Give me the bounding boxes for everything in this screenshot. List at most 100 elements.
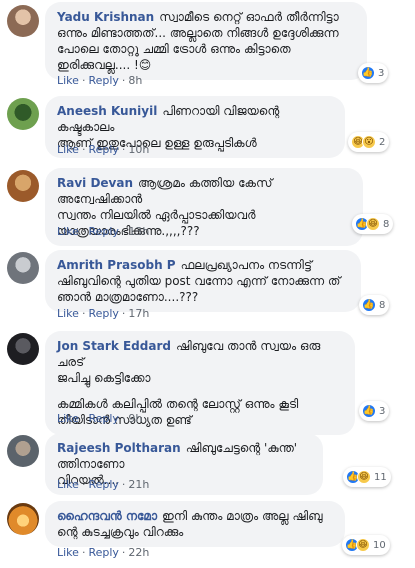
comment-timestamp[interactable]: 17h: [128, 307, 149, 320]
like-link[interactable]: Like: [57, 412, 79, 425]
comment-author[interactable]: Aneesh Kuniyil: [57, 104, 157, 118]
comment-author[interactable]: Rajeesh Poltharan: [57, 441, 181, 455]
comment-author[interactable]: Amrith Prasobh P: [57, 258, 176, 272]
comment-text-line: പോലെ തോറ്റു ചമ്മി ട്രോൾ ഒന്നും കിട്ടാതെ: [57, 42, 291, 56]
comment-bubble: ഹൈന്ദവൻ നമോ ഇനി കുന്തം മാത്രം അല്ല ഷിബു ന…: [45, 501, 345, 547]
avatar[interactable]: [7, 252, 39, 284]
comment-actions: Like · Reply · 21h: [57, 478, 149, 491]
comment: Jon Stark Eddard ഷിബുവേ താൻ സ്വയം ഒരു ചരട…: [0, 328, 415, 435]
comment-text-line: ഞാൻ മാത്രമാണോ....???: [57, 290, 199, 304]
comment-timestamp[interactable]: 9h: [128, 412, 142, 425]
comment: Yadu Krishnan സ്വാമീടെ നെറ്റ് ഓഫർ തീർന്നി…: [0, 0, 415, 88]
separator-dot: ·: [121, 74, 126, 87]
separator-dot: ·: [121, 307, 126, 320]
avatar[interactable]: [7, 503, 39, 535]
separator-dot: ·: [81, 225, 86, 238]
comment-text-line: ഫലപ്രഖ്യാപനം നടന്നിട്ട്: [180, 258, 312, 272]
separator-dot: ·: [121, 225, 126, 238]
reaction-count: 8: [379, 299, 386, 311]
comment: Aneesh Kuniyil പിണറായി വിജയന്റെ കഷ്ടകാലം …: [0, 92, 415, 158]
reaction-count: 2: [379, 136, 386, 148]
reaction-summary[interactable]: 👍 8: [359, 295, 390, 315]
comment-text-line: ഇരിക്കുവല്ല.... !😊: [57, 58, 152, 72]
avatar[interactable]: [7, 98, 39, 130]
comment: Amrith Prasobh P ഫലപ്രഖ്യാപനം നടന്നിട്ട് …: [0, 246, 415, 326]
separator-dot: ·: [81, 74, 86, 87]
like-link[interactable]: Like: [57, 143, 79, 156]
reaction-summary[interactable]: 👍 😆 8: [352, 214, 394, 234]
avatar[interactable]: [7, 170, 39, 202]
comment-timestamp[interactable]: 21h: [128, 478, 149, 491]
separator-dot: ·: [81, 412, 86, 425]
comment-author[interactable]: Ravi Devan: [57, 176, 133, 190]
reply-link[interactable]: Reply: [88, 478, 118, 491]
wow-icon: 😮: [362, 135, 376, 149]
like-link[interactable]: Like: [57, 546, 79, 559]
separator-dot: ·: [81, 478, 86, 491]
reply-link[interactable]: Reply: [88, 74, 118, 87]
reply-link[interactable]: Reply: [88, 546, 118, 559]
separator-dot: ·: [81, 546, 86, 559]
reaction-count: 3: [379, 405, 386, 417]
reaction-count: 10: [373, 539, 386, 551]
reply-link[interactable]: Reply: [88, 143, 118, 156]
like-link[interactable]: Like: [57, 307, 79, 320]
comment-text-line: ജപിച്ചു കെട്ടിക്കോ: [57, 371, 151, 385]
comment-author[interactable]: ഹൈന്ദവൻ നമോ: [57, 509, 157, 523]
reply-link[interactable]: Reply: [88, 225, 118, 238]
comment-actions: Like · Reply · 8h: [57, 74, 142, 87]
comment-text-line: ഷിബുവിന്റെ പുതിയ post വന്നോ എന്ന് നോക്കു…: [57, 274, 341, 288]
like-icon: 👍: [362, 298, 376, 312]
comment-text-line: സ്വാമീടെ നെറ്റ് ഓഫർ തീർന്നിട്ടാ: [159, 10, 339, 24]
reply-link[interactable]: Reply: [88, 412, 118, 425]
like-link[interactable]: Like: [57, 225, 79, 238]
comment: Rajeesh Poltharan ഷിബുചേട്ടന്റെ 'കുന്ത' ത…: [0, 430, 415, 495]
like-link[interactable]: Like: [57, 74, 79, 87]
comment-text-line: ന്റെ കുടച്ചക്രവും വിറക്കും: [57, 525, 184, 539]
reaction-count: 8: [383, 218, 390, 230]
reaction-summary[interactable]: 👍 😆 10: [342, 535, 390, 555]
comment-text-line: ഇനി കുന്തം മാത്രം അല്ല ഷിബു: [162, 509, 323, 523]
comment-timestamp[interactable]: 13h: [128, 225, 149, 238]
comment-actions: Like · Reply · 17h: [57, 307, 149, 320]
comment: ഹൈന്ദവൻ നമോ ഇനി കുന്തം മാത്രം അല്ല ഷിബു ന…: [0, 497, 415, 565]
reaction-summary[interactable]: 👍 3: [359, 401, 390, 421]
comment-timestamp[interactable]: 8h: [128, 74, 142, 87]
avatar[interactable]: [7, 435, 39, 467]
like-icon: 👍: [362, 404, 376, 418]
separator-dot: ·: [121, 412, 126, 425]
reaction-summary[interactable]: 👍 😆 11: [343, 467, 391, 487]
comment-text-line: കമ്മികൾ കലിപ്പിൽ തന്റെ ലോസ്റ്റ് ഒന്നും ക…: [57, 397, 299, 411]
like-icon: 👍: [361, 66, 375, 80]
comment-author[interactable]: Jon Stark Eddard: [57, 339, 171, 353]
comment-text-line: [57, 386, 345, 396]
comment-actions: Like · Reply · 13h: [57, 225, 149, 238]
separator-dot: ·: [81, 143, 86, 156]
comment-bubble: Amrith Prasobh P ഫലപ്രഖ്യാപനം നടന്നിട്ട് …: [45, 250, 361, 312]
like-link[interactable]: Like: [57, 478, 79, 491]
comment-author[interactable]: Yadu Krishnan: [57, 10, 154, 24]
separator-dot: ·: [121, 546, 126, 559]
separator-dot: ·: [81, 307, 86, 320]
reaction-count: 3: [378, 67, 385, 79]
reaction-summary[interactable]: 👍 3: [358, 63, 389, 83]
comment-text-line: സ്വന്തം നിലയിൽ ഏർപ്പാടാക്കിയവർ: [57, 208, 256, 222]
comment-actions: Like · Reply · 9h: [57, 412, 142, 425]
reaction-count: 11: [374, 471, 387, 483]
avatar[interactable]: [7, 5, 39, 37]
reply-link[interactable]: Reply: [88, 307, 118, 320]
separator-dot: ·: [121, 143, 126, 156]
comment-timestamp[interactable]: 22h: [128, 546, 149, 559]
haha-icon: 😆: [356, 538, 370, 552]
comment-text-line: ഒന്നും മിണ്ടാത്തത്... അല്ലാതെ നിങ്ങൾ ഉദ്…: [57, 26, 339, 40]
comment-timestamp[interactable]: 10h: [128, 143, 149, 156]
comment-bubble: Yadu Krishnan സ്വാമീടെ നെറ്റ് ഓഫർ തീർന്നി…: [45, 2, 367, 80]
separator-dot: ·: [121, 478, 126, 491]
comment-actions: Like · Reply · 22h: [57, 546, 149, 559]
haha-icon: 😆: [366, 217, 380, 231]
comment: Ravi Devan ആശ്രമം കത്തിയ കേസ് അന്വേഷിക്കാ…: [0, 164, 415, 246]
avatar[interactable]: [7, 333, 39, 365]
comment-actions: Like · Reply · 10h: [57, 143, 149, 156]
reaction-summary[interactable]: 😆 😮 2: [348, 132, 390, 152]
haha-icon: 😆: [357, 470, 371, 484]
